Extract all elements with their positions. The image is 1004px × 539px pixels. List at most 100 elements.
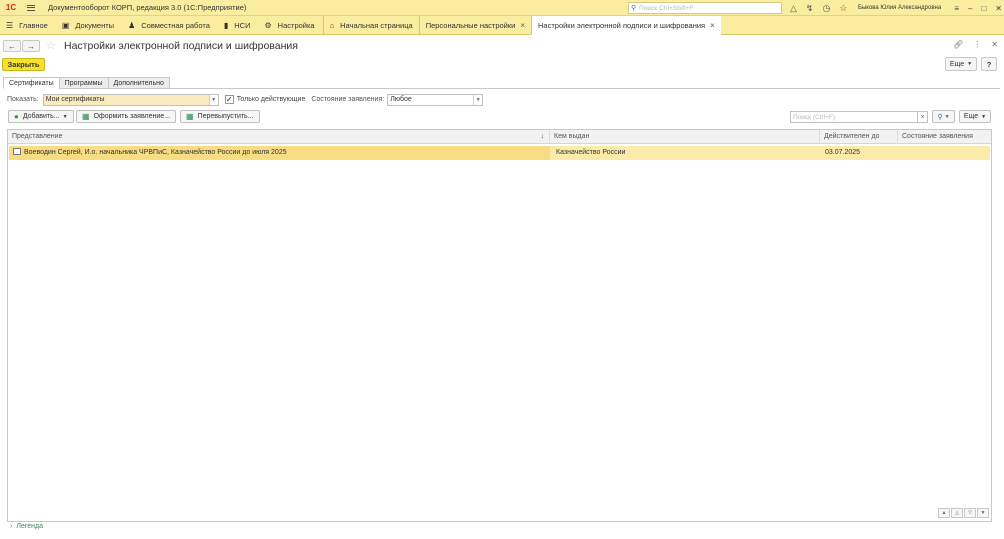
home-icon: ⌂ (329, 20, 335, 30)
legend-label: Легенда (16, 523, 43, 530)
certificate-icon (13, 148, 21, 155)
prev-row-icon[interactable]: △ (951, 508, 963, 518)
favorites-icon[interactable]: ☆ (839, 3, 847, 14)
form-more-button[interactable]: Еще ▼ (945, 57, 977, 71)
state-select-value: Любое (390, 96, 412, 103)
section-main[interactable]: ☰ Главное (0, 16, 56, 34)
tab-signature-settings[interactable]: Настройки электронной подписи и шифрован… (531, 16, 721, 35)
user-name[interactable]: Быкова Юлия Александровна (858, 0, 941, 16)
next-row-icon[interactable]: ▽ (964, 508, 976, 518)
certificates-table[interactable]: Представление ↓ Кем выдан Действителен д… (7, 129, 992, 522)
chevron-down-icon: ▼ (944, 113, 950, 120)
1c-logo: 1С (5, 3, 17, 12)
clear-search-icon[interactable]: × (918, 111, 928, 123)
column-header-issued-by[interactable]: Кем выдан (550, 130, 820, 144)
show-select-value: Мои сертификаты (45, 96, 105, 103)
apply-request-button[interactable]: ▦ Оформить заявление... (76, 110, 177, 123)
cell-issued-by: Казначейство России (556, 149, 626, 156)
folder-icon: ▣ (61, 20, 70, 30)
filter-row: Показать: Мои сертификаты ▼ ✓ Только дей… (7, 93, 484, 106)
close-window-icon[interactable]: ✕ (995, 4, 1002, 13)
tab-label: Начальная страница (340, 20, 413, 30)
section-label: Совместная работа (141, 20, 210, 30)
tab-certificates[interactable]: Сертификаты (3, 77, 60, 89)
history-icon[interactable]: ◷ (822, 3, 830, 14)
cell-valid-until: 03.07.2025 (825, 149, 861, 156)
chevron-right-icon: › (10, 523, 13, 530)
search-icon: ⚲ (631, 5, 637, 12)
cell-representation: Воеводин Сергей, И.о. начальника ЧРВПиС,… (9, 146, 550, 160)
table-nav-buttons: ▲ △ ▽ ▼ (938, 508, 989, 518)
legend-toggle[interactable]: › Легенда (10, 523, 43, 530)
section-label: Настройка (277, 20, 315, 30)
chevron-down-icon: ▼ (981, 113, 987, 120)
reissue-button[interactable]: ▦ Перевыпустить... (180, 110, 260, 123)
column-header-representation[interactable]: Представление ↓ (8, 130, 550, 144)
table-row[interactable]: Воеводин Сергей, И.о. начальника ЧРВПиС,… (9, 146, 990, 160)
section-collaboration[interactable]: ♟ Совместная работа (122, 16, 218, 34)
show-label: Показать: (7, 96, 39, 103)
show-select[interactable]: Мои сертификаты ▼ (42, 93, 219, 106)
page-tabs: Сертификаты Программы Дополнительно (3, 77, 170, 89)
column-header-label: Представление (12, 133, 63, 140)
settings-menu-icon[interactable]: ≡ (954, 4, 959, 13)
global-search-input[interactable]: ⚲ Поиск Ctrl+Shift+F (628, 2, 782, 14)
back-button[interactable]: ← (3, 40, 21, 52)
table-search-input[interactable]: Поиск (Ctrl+F) (790, 111, 918, 123)
reissue-icon: ▦ (186, 112, 194, 121)
forward-button[interactable]: → (22, 40, 40, 52)
sort-arrow-icon: ↓ (540, 133, 545, 140)
table-header: Представление ↓ Кем выдан Действителен д… (8, 130, 991, 144)
people-icon: ♟ (128, 20, 136, 30)
gear-icon: ⚙ (264, 20, 272, 30)
add-button[interactable]: ● Добавить... ▼ (8, 110, 74, 123)
tab-label: Персональные настройки (425, 20, 516, 30)
state-select[interactable]: Любое ▼ (387, 93, 484, 106)
add-label: Добавить... (22, 113, 60, 120)
column-header-valid-until[interactable]: Действителен до (820, 130, 898, 144)
bell-icon[interactable]: △ (790, 3, 797, 14)
app-title: Документооборот КОРП, редакция 3.0 (1С:П… (48, 3, 247, 12)
document-icon: ▦ (82, 112, 90, 121)
close-form-icon[interactable]: ✕ (991, 40, 998, 49)
minimize-icon[interactable]: – (968, 4, 972, 13)
search-button[interactable]: ⚲ ▼ (932, 110, 955, 123)
sections-bar: ☰ Главное ▣ Документы ♟ Совместная работ… (0, 16, 1004, 35)
column-header-request-state[interactable]: Состояние заявления (898, 130, 991, 144)
section-settings[interactable]: ⚙ Настройка (259, 16, 323, 34)
help-button[interactable]: ? (981, 57, 997, 71)
first-row-icon[interactable]: ▲ (938, 508, 950, 518)
link-icon[interactable]: 🔗︎ (953, 40, 963, 49)
section-documents[interactable]: ▣ Документы (56, 16, 122, 34)
reissue-label: Перевыпустить... (197, 113, 254, 120)
close-button[interactable]: Закрыть (2, 58, 45, 71)
more-label: Еще (963, 113, 979, 120)
cell-request-state (899, 146, 989, 160)
table-more-button[interactable]: Еще ▼ (959, 110, 991, 123)
chevron-down-icon[interactable]: ▼ (473, 94, 483, 105)
tasks-icon[interactable]: ↯ (806, 3, 814, 14)
chevron-down-icon[interactable]: ▼ (208, 94, 218, 105)
title-bar: 1С Документооборот КОРП, редакция 3.0 (1… (0, 0, 1004, 16)
book-icon: ▮ (223, 20, 229, 30)
close-tab-icon[interactable]: × (710, 21, 715, 30)
form-title: Настройки электронной подписи и шифрован… (64, 40, 298, 52)
section-label: НСИ (234, 20, 251, 30)
tab-programs[interactable]: Программы (58, 77, 109, 89)
section-label: Главное (19, 20, 48, 30)
section-nsi[interactable]: ▮ НСИ (218, 16, 259, 34)
more-actions-icon[interactable]: ⋮ (973, 40, 981, 49)
add-icon: ● (14, 112, 19, 121)
only-active-label: Только действующие (236, 96, 306, 103)
tab-start-page[interactable]: ⌂ Начальная страница (322, 16, 419, 34)
only-active-checkbox[interactable]: ✓ (224, 95, 234, 104)
tab-personal-settings[interactable]: Персональные настройки × (418, 16, 531, 34)
global-search-placeholder: Поиск Ctrl+Shift+F (639, 4, 694, 12)
last-row-icon[interactable]: ▼ (977, 508, 989, 518)
favorite-star-icon[interactable]: ☆ (46, 39, 56, 52)
maximize-icon[interactable]: □ (981, 4, 986, 13)
main-menu-icon[interactable] (24, 0, 38, 16)
tab-additional[interactable]: Дополнительно (107, 77, 170, 89)
search-icon: ⚲ (937, 113, 943, 121)
close-tab-icon[interactable]: × (520, 21, 525, 30)
